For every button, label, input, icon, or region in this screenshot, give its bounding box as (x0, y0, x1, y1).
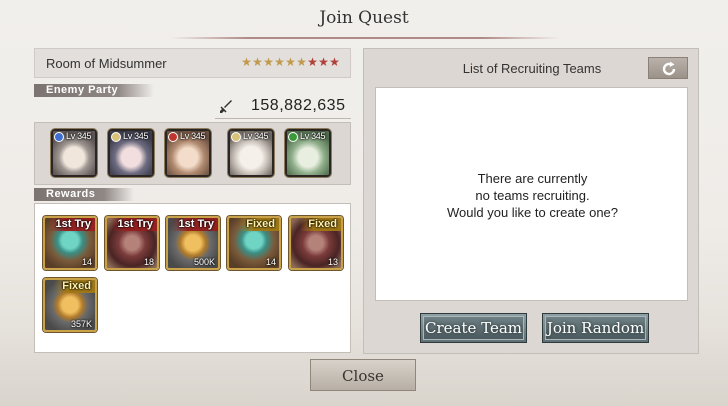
enemy-party-panel: Lv 345 Lv 345 Lv 345 Lv 345 Lv 345 (34, 122, 351, 185)
rewards-label: Rewards (34, 188, 134, 201)
dialog-title: Join Quest (319, 8, 409, 28)
element-light-icon (231, 132, 241, 142)
reward-qty: 18 (143, 257, 154, 267)
sword-icon (220, 100, 232, 113)
reward-item[interactable]: 1st Try 500K (166, 216, 220, 270)
enemy-power: 158,882,635 (215, 96, 351, 119)
title-divider (170, 37, 560, 39)
difficulty-star-icon: ★ (252, 55, 263, 69)
element-light-icon (111, 132, 121, 142)
reward-tag: Fixed (300, 218, 341, 231)
enemy-portrait[interactable]: Lv 345 (228, 129, 274, 177)
reward-qty: 13 (327, 257, 338, 267)
enemy-power-value: 158,882,635 (251, 97, 346, 114)
close-button[interactable]: Close (310, 359, 416, 391)
difficulty-star-icon: ★ (318, 55, 329, 69)
reward-tag: Fixed (238, 218, 279, 231)
enemy-level: Lv 345 (66, 131, 92, 141)
element-water-icon (54, 132, 64, 142)
reward-item[interactable]: Fixed 13 (289, 216, 343, 270)
refresh-icon (662, 61, 676, 76)
difficulty-star-icon: ★ (329, 55, 340, 69)
difficulty-stars: ★★★★★★★★★ (241, 55, 340, 69)
join-random-button[interactable]: Join Random (542, 313, 649, 343)
enemy-level: Lv 345 (180, 131, 206, 141)
difficulty-star-icon: ★ (241, 55, 252, 69)
join-random-label: Join Random (546, 319, 645, 337)
reward-tag: 1st Try (170, 218, 218, 231)
refresh-button[interactable] (648, 57, 688, 79)
difficulty-star-icon: ★ (285, 55, 296, 69)
reward-item[interactable]: Fixed 357K (43, 278, 97, 332)
enemy-party-label: Enemy Party (34, 84, 154, 97)
recruiting-list[interactable]: There are currently no teams recruiting.… (375, 87, 688, 301)
difficulty-star-icon: ★ (274, 55, 285, 69)
difficulty-star-icon: ★ (263, 55, 274, 69)
quest-header: Room of Midsummer ★★★★★★★★★ (34, 48, 351, 78)
empty-line: There are currently (477, 171, 588, 186)
reward-tag: Fixed (54, 280, 95, 293)
difficulty-star-icon: ★ (307, 55, 318, 69)
reward-item[interactable]: 1st Try 14 (43, 216, 97, 270)
reward-item[interactable]: Fixed 14 (227, 216, 281, 270)
reward-qty: 14 (265, 257, 276, 267)
enemy-level: Lv 345 (243, 131, 269, 141)
enemy-portrait[interactable]: Lv 345 (285, 129, 331, 177)
close-label: Close (342, 367, 384, 385)
create-team-button[interactable]: Create Team (420, 313, 527, 343)
element-fire-icon (168, 132, 178, 142)
enemy-portrait[interactable]: Lv 345 (108, 129, 154, 177)
enemy-portrait[interactable]: Lv 345 (165, 129, 211, 177)
rewards-panel: 1st Try 14 1st Try 18 1st Try 500K Fixed… (34, 203, 351, 353)
empty-line: no teams recruiting. (475, 188, 590, 203)
difficulty-star-icon: ★ (296, 55, 307, 69)
reward-tag: 1st Try (109, 218, 157, 231)
reward-tag: 1st Try (47, 218, 95, 231)
reward-qty: 500K (193, 257, 215, 267)
reward-qty: 14 (81, 257, 92, 267)
empty-message: There are currently no teams recruiting.… (376, 170, 689, 221)
quest-name: Room of Midsummer (46, 56, 167, 71)
enemy-level: Lv 345 (123, 131, 149, 141)
reward-item[interactable]: 1st Try 18 (105, 216, 159, 270)
recruiting-panel: List of Recruiting Teams There are curre… (363, 48, 699, 354)
create-team-label: Create Team (424, 319, 523, 337)
enemy-level: Lv 345 (300, 131, 326, 141)
reward-qty: 357K (70, 319, 92, 329)
element-wind-icon (288, 132, 298, 142)
enemy-portrait[interactable]: Lv 345 (51, 129, 97, 177)
empty-line: Would you like to create one? (446, 205, 619, 220)
